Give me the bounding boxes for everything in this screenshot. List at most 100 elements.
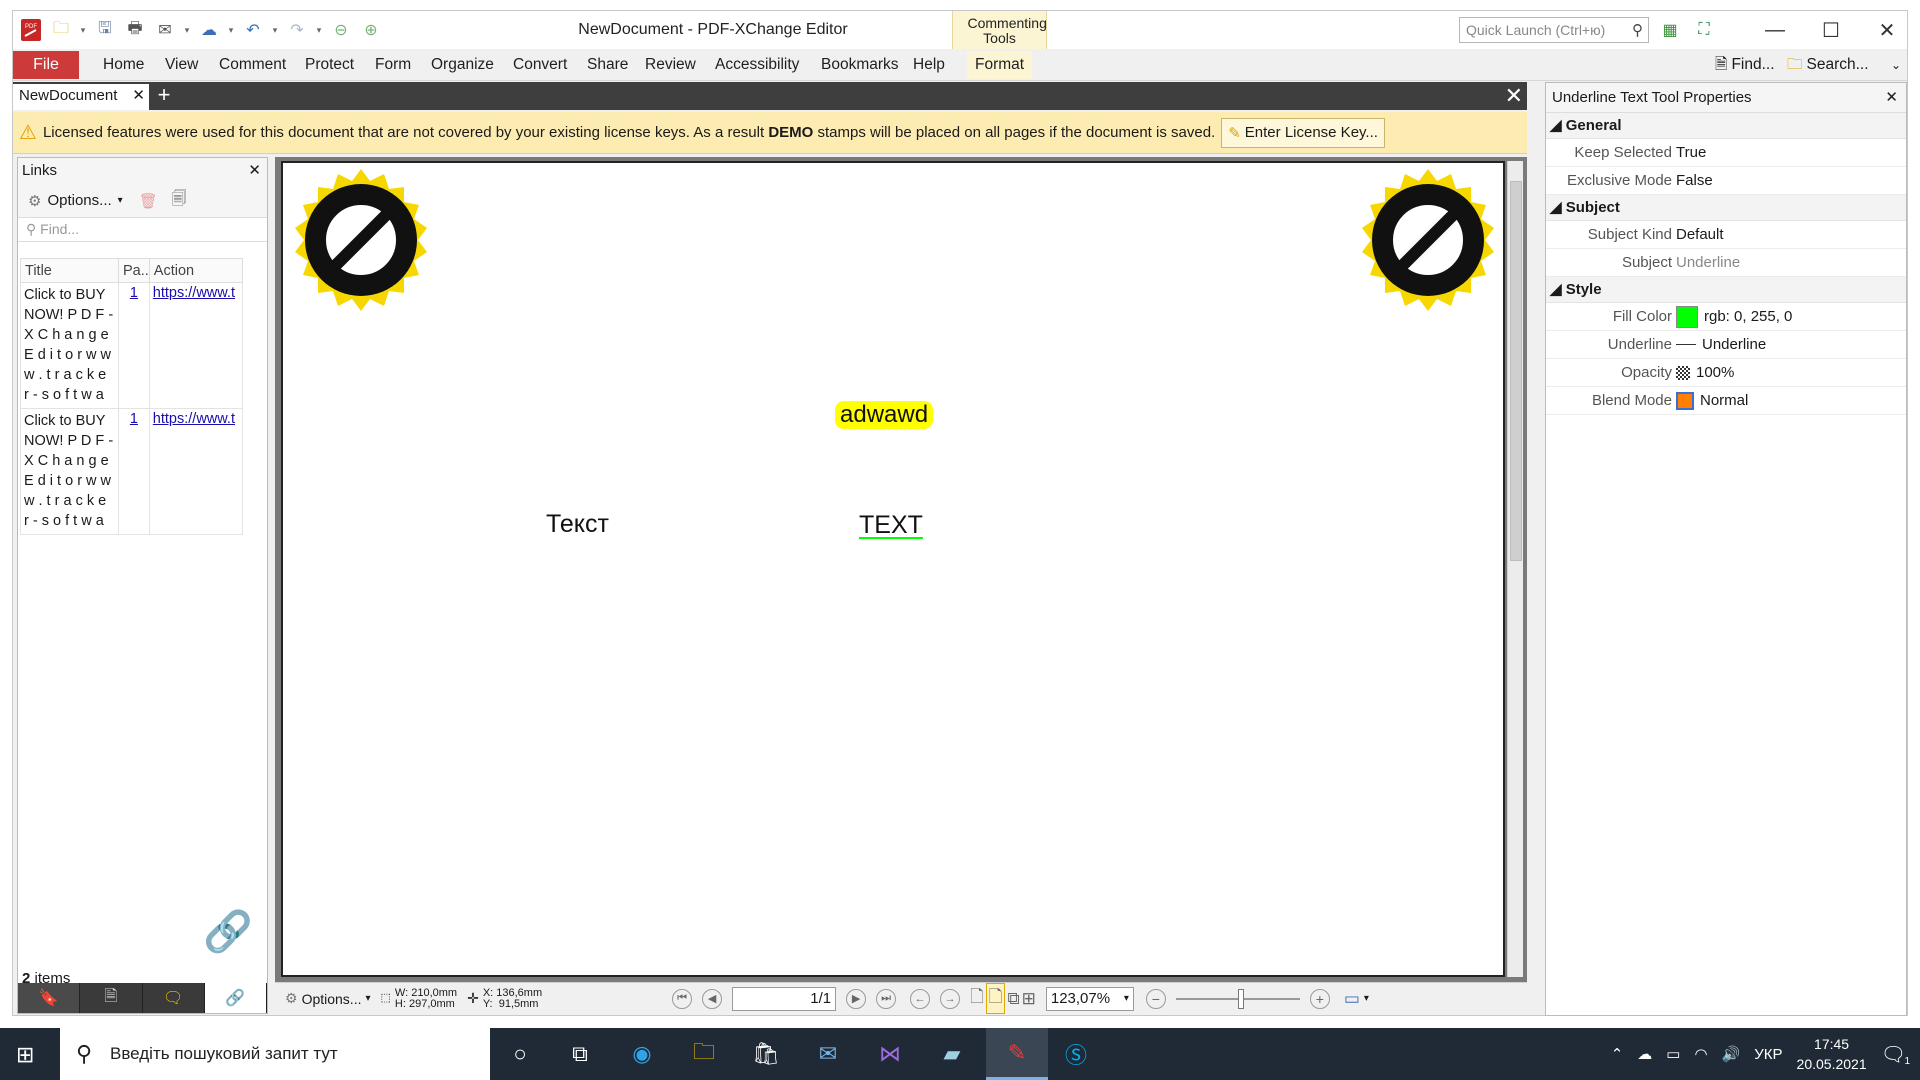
single-page-icon[interactable]: 🗋 xyxy=(970,984,984,1013)
link-action[interactable]: https://www.t xyxy=(148,408,244,535)
property-value[interactable]: False xyxy=(1676,172,1906,189)
close-tab-icon[interactable]: ✕ xyxy=(132,84,145,108)
ribbon-collapse-icon[interactable]: ⌄ xyxy=(1891,51,1901,79)
demo-stamp-left[interactable] xyxy=(286,167,436,317)
property-blend-mode[interactable]: Blend Mode Normal xyxy=(1546,387,1906,415)
continuous-page-icon[interactable]: 🗋 xyxy=(985,983,1006,1014)
section-subject[interactable]: ◢ Subject xyxy=(1546,195,1906,221)
previous-view-icon[interactable]: ← xyxy=(910,988,931,1009)
property-fill-color[interactable]: Fill Color rgb: 0, 255, 0 xyxy=(1546,303,1906,331)
first-page-icon[interactable]: ⏮ xyxy=(672,988,693,1009)
visual-studio-icon[interactable]: ⋈ xyxy=(862,1028,918,1080)
cortana-icon[interactable]: ○ xyxy=(492,1028,548,1080)
tab-file[interactable]: File xyxy=(13,51,79,79)
links-find-input[interactable]: ⚲ Find... xyxy=(18,218,267,242)
volume-icon[interactable]: 🔊 xyxy=(1722,1045,1741,1063)
property-opacity[interactable]: Opacity 100% xyxy=(1546,359,1906,387)
highlighted-text[interactable]: adwawd xyxy=(835,401,934,429)
column-title[interactable]: Title xyxy=(20,258,119,283)
pages-icon[interactable]: 🗎 xyxy=(80,983,143,1013)
tab-newdocument[interactable]: NewDocument ✕ xyxy=(13,84,149,110)
facing-pages-icon[interactable]: ⧉ xyxy=(1007,989,1019,1009)
underlined-text[interactable]: TEXT xyxy=(859,511,923,540)
property-value[interactable]: True xyxy=(1676,144,1906,161)
tab-form[interactable]: Form xyxy=(367,51,419,79)
onedrive-icon[interactable]: ☁ xyxy=(1637,1045,1652,1063)
continuous-facing-icon[interactable]: ⊞ xyxy=(1022,989,1036,1009)
battery-icon[interactable]: ▭ xyxy=(1666,1045,1680,1063)
tab-view[interactable]: View xyxy=(157,51,206,79)
tab-home[interactable]: Home xyxy=(95,51,152,79)
skype-icon[interactable]: Ⓢ xyxy=(1048,1028,1104,1080)
property-value[interactable]: 100% xyxy=(1696,364,1734,381)
open-folder-icon[interactable]: 🗀 xyxy=(47,16,75,44)
tab-protect[interactable]: Protect xyxy=(297,51,362,79)
taskbar-search-input[interactable]: ⚲ Введіть пошуковий запит тут xyxy=(60,1028,490,1080)
windows-start-icon[interactable]: ⊞ xyxy=(16,1042,34,1068)
link-page[interactable]: 1 xyxy=(118,282,150,409)
property-exclusive-mode[interactable]: Exclusive Mode False xyxy=(1546,167,1906,195)
property-value[interactable]: Normal xyxy=(1700,392,1748,409)
zoom-slider-thumb[interactable] xyxy=(1237,988,1244,1009)
new-tab-button[interactable]: + xyxy=(153,82,175,110)
language-indicator[interactable]: УКР xyxy=(1754,1046,1782,1063)
property-value[interactable]: Default xyxy=(1676,226,1906,243)
tab-format[interactable]: Format xyxy=(967,51,1033,79)
table-row[interactable]: Click to BUY NOW! P D F - X C h a n g e … xyxy=(20,282,244,409)
page-number-input[interactable]: 1/1 xyxy=(732,986,837,1011)
pdf-xchange-taskbar-icon[interactable]: ✎ xyxy=(986,1028,1048,1080)
column-action[interactable]: Action xyxy=(148,258,244,283)
chevron-down-icon[interactable]: ▾ xyxy=(313,16,325,44)
close-pane-icon[interactable]: ✕ xyxy=(248,158,261,184)
properties-icon[interactable]: 🗐 xyxy=(172,188,187,213)
chevron-down-icon[interactable]: ▾ xyxy=(118,195,123,206)
tab-bookmarks[interactable]: Bookmarks xyxy=(813,51,907,79)
links-options-button[interactable]: Options... xyxy=(47,192,111,209)
chevron-down-icon[interactable]: ▾ xyxy=(1364,993,1369,1004)
ui-options-icon[interactable]: ▦ xyxy=(1655,11,1685,49)
zoom-select[interactable]: 123,07% ▾ xyxy=(1045,986,1134,1011)
file-explorer-icon[interactable]: 🗀 xyxy=(676,1028,732,1080)
clock[interactable]: 17:45 20.05.2021 xyxy=(1797,1034,1867,1074)
app-logo-icon[interactable]: PDF xyxy=(17,16,45,44)
wifi-icon[interactable]: ◠ xyxy=(1694,1045,1707,1063)
find-button[interactable]: 🗎 Find... xyxy=(1715,51,1775,79)
close-document-icon[interactable]: ✕ xyxy=(1505,82,1523,110)
tab-share[interactable]: Share xyxy=(579,51,636,79)
comments-icon[interactable]: 🗨 xyxy=(143,983,205,1013)
store-icon[interactable]: 🛍 xyxy=(738,1028,794,1080)
scrollbar-thumb[interactable] xyxy=(1510,181,1522,561)
zoom-in-icon[interactable]: + xyxy=(1309,988,1330,1009)
property-value[interactable]: rgb: 0, 255, 0 xyxy=(1704,308,1792,325)
mail-icon[interactable]: ✉ xyxy=(800,1028,856,1080)
tab-convert[interactable]: Convert xyxy=(505,51,575,79)
links-icon[interactable]: 🔗 xyxy=(204,983,267,1013)
chevron-down-icon[interactable]: ▾ xyxy=(77,16,89,44)
zoom-slider[interactable] xyxy=(1175,988,1300,1009)
tab-help[interactable]: Help xyxy=(905,51,953,79)
table-row[interactable]: Click to BUY NOW! P D F - X C h a n g e … xyxy=(20,408,244,535)
task-view-icon[interactable]: ⧉ xyxy=(552,1028,608,1080)
last-page-icon[interactable]: ⏭ xyxy=(876,988,897,1009)
property-underline[interactable]: Underline Underline xyxy=(1546,331,1906,359)
delete-icon[interactable]: 🗑 xyxy=(139,192,158,210)
print-icon[interactable]: 🖶 xyxy=(121,16,149,44)
vertical-scrollbar[interactable] xyxy=(1507,161,1523,977)
demo-stamp-right[interactable] xyxy=(1353,167,1503,317)
chevron-down-icon[interactable]: ▾ xyxy=(181,16,193,44)
property-value[interactable]: Underline xyxy=(1676,254,1906,271)
fullscreen-icon[interactable]: ⛶ xyxy=(1689,11,1719,49)
maximize-button[interactable]: ☐ xyxy=(1803,11,1859,49)
redo-icon[interactable]: ↷ xyxy=(283,16,311,44)
edge-icon[interactable]: ◉ xyxy=(614,1028,670,1080)
undo-icon[interactable]: ↶ xyxy=(239,16,267,44)
minimize-button[interactable]: — xyxy=(1747,11,1803,49)
link-action[interactable]: https://www.t xyxy=(148,282,244,409)
bookmarks-icon[interactable]: 🔖 xyxy=(18,983,81,1013)
column-page[interactable]: Pa.. xyxy=(118,258,150,283)
tray-chevron-icon[interactable]: ⌃ xyxy=(1611,1045,1624,1063)
enter-license-key-button[interactable]: ✎ Enter License Key... xyxy=(1221,117,1385,148)
chevron-down-icon[interactable]: ▾ xyxy=(269,16,281,44)
notepad-icon[interactable]: ▰ xyxy=(924,1028,980,1080)
chevron-down-icon[interactable]: ▾ xyxy=(225,16,237,44)
